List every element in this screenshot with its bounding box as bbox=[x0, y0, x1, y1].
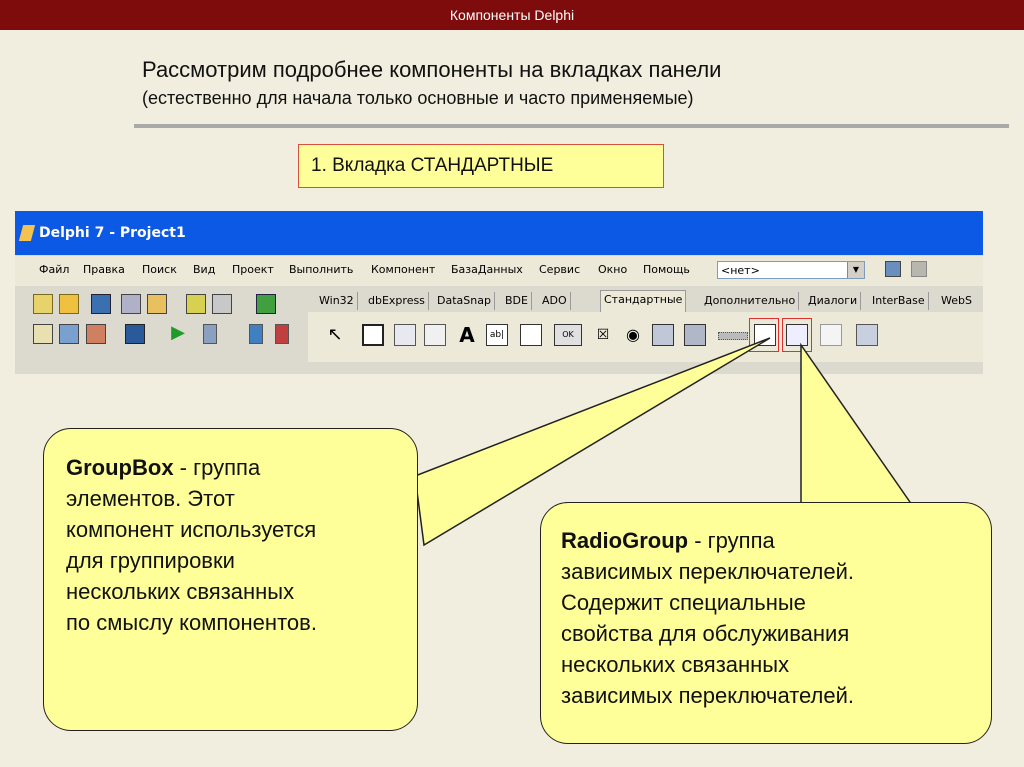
radiogroup-dash: - группа bbox=[688, 528, 775, 553]
radiogroup-callout: RadioGroup - группа зависимых переключат… bbox=[540, 502, 992, 744]
radiogroup-line: Содержит специальные bbox=[561, 590, 806, 615]
groupbox-line: элементов. Этот bbox=[66, 486, 235, 511]
groupbox-callout: GroupBox - группа элементов. Этот компон… bbox=[43, 428, 418, 731]
groupbox-line: для группировки bbox=[66, 548, 235, 573]
radiogroup-line: зависимых переключателей. bbox=[561, 559, 855, 584]
groupbox-title: GroupBox bbox=[66, 455, 174, 480]
radiogroup-title: RadioGroup bbox=[561, 528, 689, 553]
radiogroup-pointer bbox=[800, 342, 914, 506]
radiogroup-line: зависимых переключателей. bbox=[561, 683, 855, 708]
radiogroup-line: свойства для обслуживания bbox=[561, 621, 850, 646]
groupbox-dash: - группа bbox=[173, 455, 261, 480]
groupbox-line: по смыслу компонентов. bbox=[66, 610, 317, 635]
groupbox-line: нескольких связанных bbox=[66, 579, 295, 604]
radiogroup-line: нескольких связанных bbox=[561, 652, 790, 677]
groupbox-line: компонент используется bbox=[66, 517, 317, 542]
